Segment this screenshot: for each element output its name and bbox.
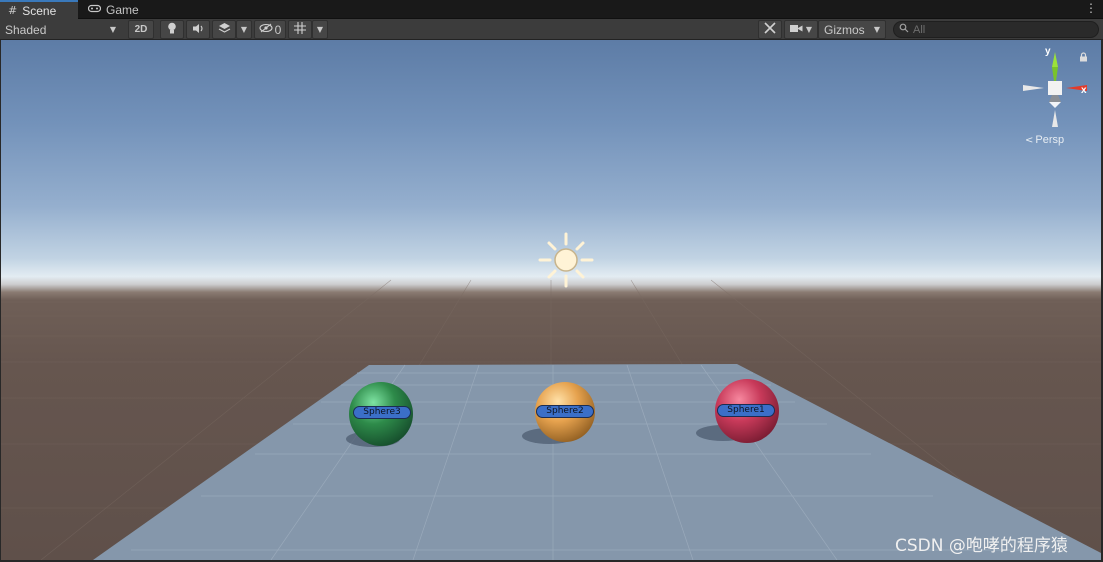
chevron-down-icon: ▼: [316, 25, 324, 34]
layers-icon: [218, 22, 231, 37]
more-options-icon[interactable]: ⋮: [1085, 0, 1097, 19]
effects-dropdown-button[interactable]: ▼: [236, 20, 252, 39]
camera-settings-button[interactable]: ▼: [784, 20, 818, 39]
tab-game-label: Game: [106, 2, 139, 17]
gizmos-dropdown[interactable]: Gizmos ▼: [818, 20, 886, 39]
search-icon: [899, 23, 909, 36]
video-camera-icon: [789, 23, 803, 36]
toggle-2d-button[interactable]: 2D: [128, 20, 154, 39]
projection-toggle[interactable]: < Persp: [1025, 134, 1064, 146]
hierarchy-search[interactable]: [893, 21, 1099, 38]
chevron-down-icon: ▼: [109, 25, 116, 34]
grid-toggle-button[interactable]: [288, 20, 312, 39]
watermark: CSDN @咆哮的程序猿: [895, 536, 1068, 556]
tab-scene-label: Scene: [22, 3, 57, 18]
wrench-icon: [764, 22, 776, 37]
tab-game[interactable]: Game: [80, 0, 150, 19]
scene-toolbar: Shaded ▼ 2D ▼ 0 ▼ ▼ Gizmos ▼ All: [0, 19, 1103, 40]
scene-canvas: [1, 232, 1101, 560]
gizmo-x-label: x: [1081, 85, 1087, 96]
tab-bar: # Scene Game ⋮: [0, 0, 1103, 19]
lightbulb-icon: [167, 22, 177, 38]
effects-toggle-button[interactable]: [212, 20, 236, 39]
sphere2-label[interactable]: Sphere2: [536, 405, 594, 418]
draw-mode-value: Shaded: [5, 22, 47, 37]
draw-mode-dropdown[interactable]: Shaded ▼: [0, 20, 122, 39]
tab-scene[interactable]: # Scene: [0, 0, 78, 19]
speaker-icon: [192, 23, 205, 37]
chevron-down-icon: ▼: [805, 25, 813, 34]
hidden-count: 0: [274, 22, 282, 37]
gizmo-y-label: y: [1045, 46, 1051, 57]
scene-visibility-button[interactable]: 0: [254, 20, 286, 39]
grid-icon: [294, 22, 306, 37]
sphere3-label[interactable]: Sphere3: [353, 406, 411, 419]
eye-slash-icon: [259, 23, 273, 36]
sun-icon[interactable]: [538, 232, 594, 288]
projection-label: Persp: [1035, 134, 1065, 146]
lock-icon[interactable]: [1079, 52, 1088, 65]
lighting-toggle-button[interactable]: [160, 20, 184, 39]
audio-toggle-button[interactable]: [186, 20, 210, 39]
gamepad-icon: [87, 3, 102, 16]
sphere1-label[interactable]: Sphere1: [717, 404, 775, 417]
grid-dropdown-button[interactable]: ▼: [312, 20, 328, 39]
scene-viewport[interactable]: Sphere3 Sphere2 Sphere1 y x < Persp CSDN…: [1, 40, 1101, 560]
chevron-down-icon: ▼: [240, 25, 248, 34]
perspective-icon: <: [1025, 134, 1034, 146]
chevron-down-icon: ▼: [873, 25, 880, 34]
tools-button[interactable]: [758, 20, 782, 39]
hash-grid-icon: #: [8, 4, 18, 17]
gizmos-label: Gizmos: [824, 22, 865, 37]
search-input[interactable]: [913, 23, 1093, 36]
unity-scene-window: # Scene Game ⋮ Shaded ▼ 2D ▼ 0 ▼ ▼ Gizmo…: [0, 0, 1103, 562]
